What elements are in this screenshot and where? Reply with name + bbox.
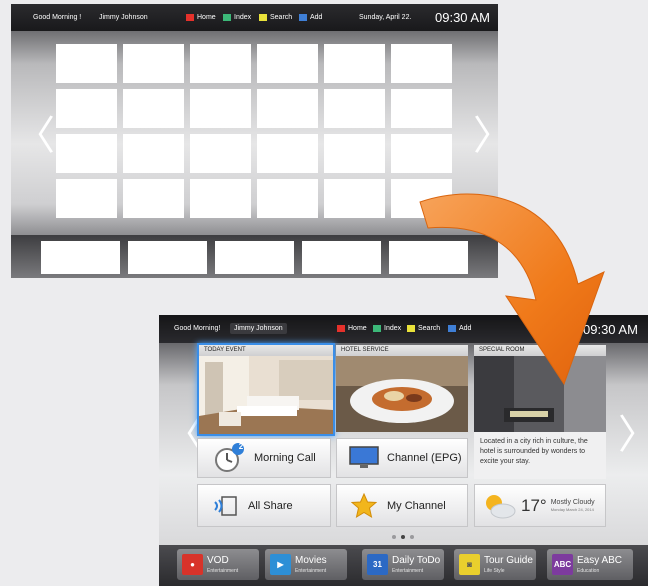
wireframe-dock-slot[interactable] [128,241,207,274]
wireframe-tile[interactable] [123,179,184,218]
wireframe-next-chevron-icon[interactable]: 〉 [473,116,498,156]
weather-date: Monday March 24, 2014 [550,507,594,512]
yellow-key-icon [407,325,415,332]
wireframe-date: Sunday, April 22. [359,14,412,21]
wireframe-dock-slot[interactable] [41,241,120,274]
weather-temperature: 17° [521,495,547,515]
blue-key-icon [299,14,307,21]
camera-icon: ◙ [459,554,480,575]
wireframe-tile[interactable] [257,179,318,218]
green-key-icon [373,325,381,332]
wireframe-tile[interactable] [56,44,117,83]
app-name: Movies [295,554,327,566]
weather-widget[interactable]: 17° Mostly Cloudy Monday March 24, 2014 [474,484,606,527]
app-category: Entertainment [295,567,327,574]
wireframe-top-bar: Good Morning ! Jimmy Johnson Home Index … [11,4,498,31]
wireframe-legend-search[interactable]: Search [259,14,292,21]
app-category: Life Style [484,567,505,574]
app-vod[interactable]: ● VOD Entertainment [177,549,259,580]
morning-call-button[interactable]: 2 Morning Call [197,438,331,478]
star-icon [351,492,377,518]
wireframe-tile[interactable] [56,134,117,173]
tv-legend-home[interactable]: Home [337,325,367,332]
yellow-key-icon [259,14,267,21]
hotel-room-photo [199,356,333,434]
wireframe-prev-chevron-icon[interactable]: 〈 [15,116,55,156]
wireframe-tile[interactable] [123,44,184,83]
app-category: Entertainment [207,567,239,574]
wireframe-legend-add[interactable]: Add [299,14,322,21]
red-key-icon [337,325,345,332]
wireframe-dock-slot[interactable] [215,241,294,274]
today-event-title: TODAY EVENT [199,345,333,356]
all-share-label: All Share [248,499,293,512]
transition-arrow-icon [419,193,605,386]
red-key-icon [186,14,194,21]
wireframe-tile[interactable] [257,134,318,173]
app-name: VOD [207,554,229,566]
page-dot[interactable] [410,535,414,539]
abc-block-icon: ABC [552,554,573,575]
wireframe-tile[interactable] [257,44,318,83]
wireframe-tile[interactable] [190,44,251,83]
wireframe-tile[interactable] [257,89,318,128]
wireframe-tile[interactable] [123,89,184,128]
weather-condition: Mostly Cloudy [550,499,595,506]
tv-legend-index[interactable]: Index [373,325,401,332]
my-channel-button[interactable]: My Channel [336,484,468,527]
app-dock: ● VOD Entertainment ▶ Movies Entertainment… [159,545,648,586]
wireframe-tile-grid [56,44,452,218]
all-share-button[interactable]: All Share [197,484,331,527]
morning-call-badge: 2 [238,442,244,451]
morning-call-label: Morning Call [254,452,316,464]
wireframe-tile[interactable] [190,89,251,128]
wireframe-tile[interactable] [56,179,117,218]
wireframe-tile[interactable] [324,44,385,83]
wireframe-tile[interactable] [391,89,452,128]
tv-user-name: Jimmy Johnson [230,323,287,334]
wireframe-tile[interactable] [123,134,184,173]
app-movies[interactable]: ▶ Movies Entertainment [265,549,347,580]
app-daily-todo[interactable]: 31 Daily ToDo Entertainment [362,549,444,580]
wireframe-time: 09:30 AM [435,10,490,25]
wireframe-tile[interactable] [56,89,117,128]
movie-folder-icon: ▶ [270,554,291,575]
channel-epg-label: Channel (EPG) [387,452,462,464]
wireframe-dock-slot[interactable] [302,241,381,274]
film-reel-icon: ● [182,554,203,575]
wireframe-user-name: Jimmy Johnson [99,14,148,21]
wireframe-tile[interactable] [391,134,452,173]
app-name: Easy ABC [577,554,623,566]
app-name: Tour Guide [484,554,533,566]
share-device-icon [214,495,237,516]
tv-next-chevron-icon[interactable]: 〉 [618,415,648,455]
partly-cloudy-icon [486,494,516,518]
channel-epg-button[interactable]: Channel (EPG) [336,438,468,478]
wireframe-legend-home[interactable]: Home [186,14,216,21]
special-room-description: Located in a city rich in culture, the h… [474,432,606,479]
wireframe-tile[interactable] [324,179,385,218]
page-indicator [392,535,414,539]
app-category: Entertainment [392,567,424,574]
app-easy-abc[interactable]: ABC Easy ABC Education [547,549,633,580]
my-channel-label: My Channel [387,499,446,512]
wireframe-tile[interactable] [324,134,385,173]
app-category: Education [577,567,600,574]
wireframe-tile[interactable] [190,179,251,218]
wireframe-tile[interactable] [190,134,251,173]
green-key-icon [223,14,231,21]
tv-monitor-icon [349,446,379,468]
today-event-card[interactable]: TODAY EVENT [197,343,335,436]
app-tour-guide[interactable]: ◙ Tour Guide Life Style [454,549,536,580]
page-dot[interactable] [392,535,396,539]
wireframe-tile[interactable] [324,89,385,128]
calendar-icon: 31 [367,554,388,575]
tv-greeting: Good Morning! [174,325,221,332]
page-dot-active[interactable] [401,535,405,539]
wireframe-greeting: Good Morning ! [33,14,82,21]
app-name: Daily ToDo [392,554,441,566]
wireframe-tile[interactable] [391,44,452,83]
wireframe-legend-index[interactable]: Index [223,14,251,21]
